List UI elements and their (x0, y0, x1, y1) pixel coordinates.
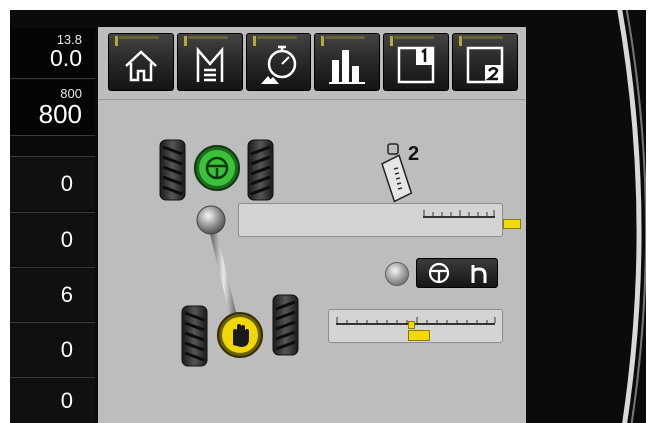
value-cell-1[interactable]: 0 (10, 156, 95, 210)
rear-scale-ticks (336, 317, 496, 323)
front-left-tire (159, 139, 186, 201)
steering-mode-button[interactable] (416, 258, 498, 288)
speed-display: 13.8 0.0 (10, 28, 95, 79)
front-axle-slider[interactable] (238, 203, 521, 237)
steering-rod (207, 219, 240, 331)
rpm-display: 800 800 (10, 80, 95, 136)
profile-number: 2 (408, 143, 420, 165)
mode-indicator-led (385, 262, 409, 286)
rpm-value: 800 (38, 99, 82, 129)
rpm-top-value: 800 (60, 86, 82, 101)
value-cell-4[interactable]: 0 (10, 322, 95, 376)
crab-steer-icon (471, 265, 486, 283)
front-axle-indicator[interactable] (194, 145, 240, 191)
pivot-joint (196, 205, 226, 235)
bezel-curve (617, 10, 646, 423)
rear-position-marker (408, 330, 430, 341)
steering-panel: 2 (98, 27, 526, 423)
terminal-screen: 13.8 0.0 800 800 0 0 6 0 0 2 (10, 10, 646, 423)
rear-left-tire (181, 305, 208, 367)
front-position-marker (503, 219, 521, 229)
steering-wheel-crab-icon (428, 262, 449, 284)
front-right-tire (247, 139, 274, 201)
left-value-column: 13.8 0.0 800 800 0 0 6 0 0 (10, 28, 97, 423)
value-cell-2[interactable]: 0 (10, 212, 95, 266)
speed-value: 0.0 (50, 45, 82, 71)
rear-axle-indicator[interactable] (217, 312, 263, 358)
rear-axle-slider[interactable] (328, 309, 503, 343)
value-cell-5[interactable]: 0 (10, 377, 95, 423)
value-cell-3[interactable]: 6 (10, 267, 95, 321)
rear-target-marker (408, 321, 415, 329)
front-scale-ticks (423, 210, 495, 216)
rear-right-tire (272, 294, 299, 356)
